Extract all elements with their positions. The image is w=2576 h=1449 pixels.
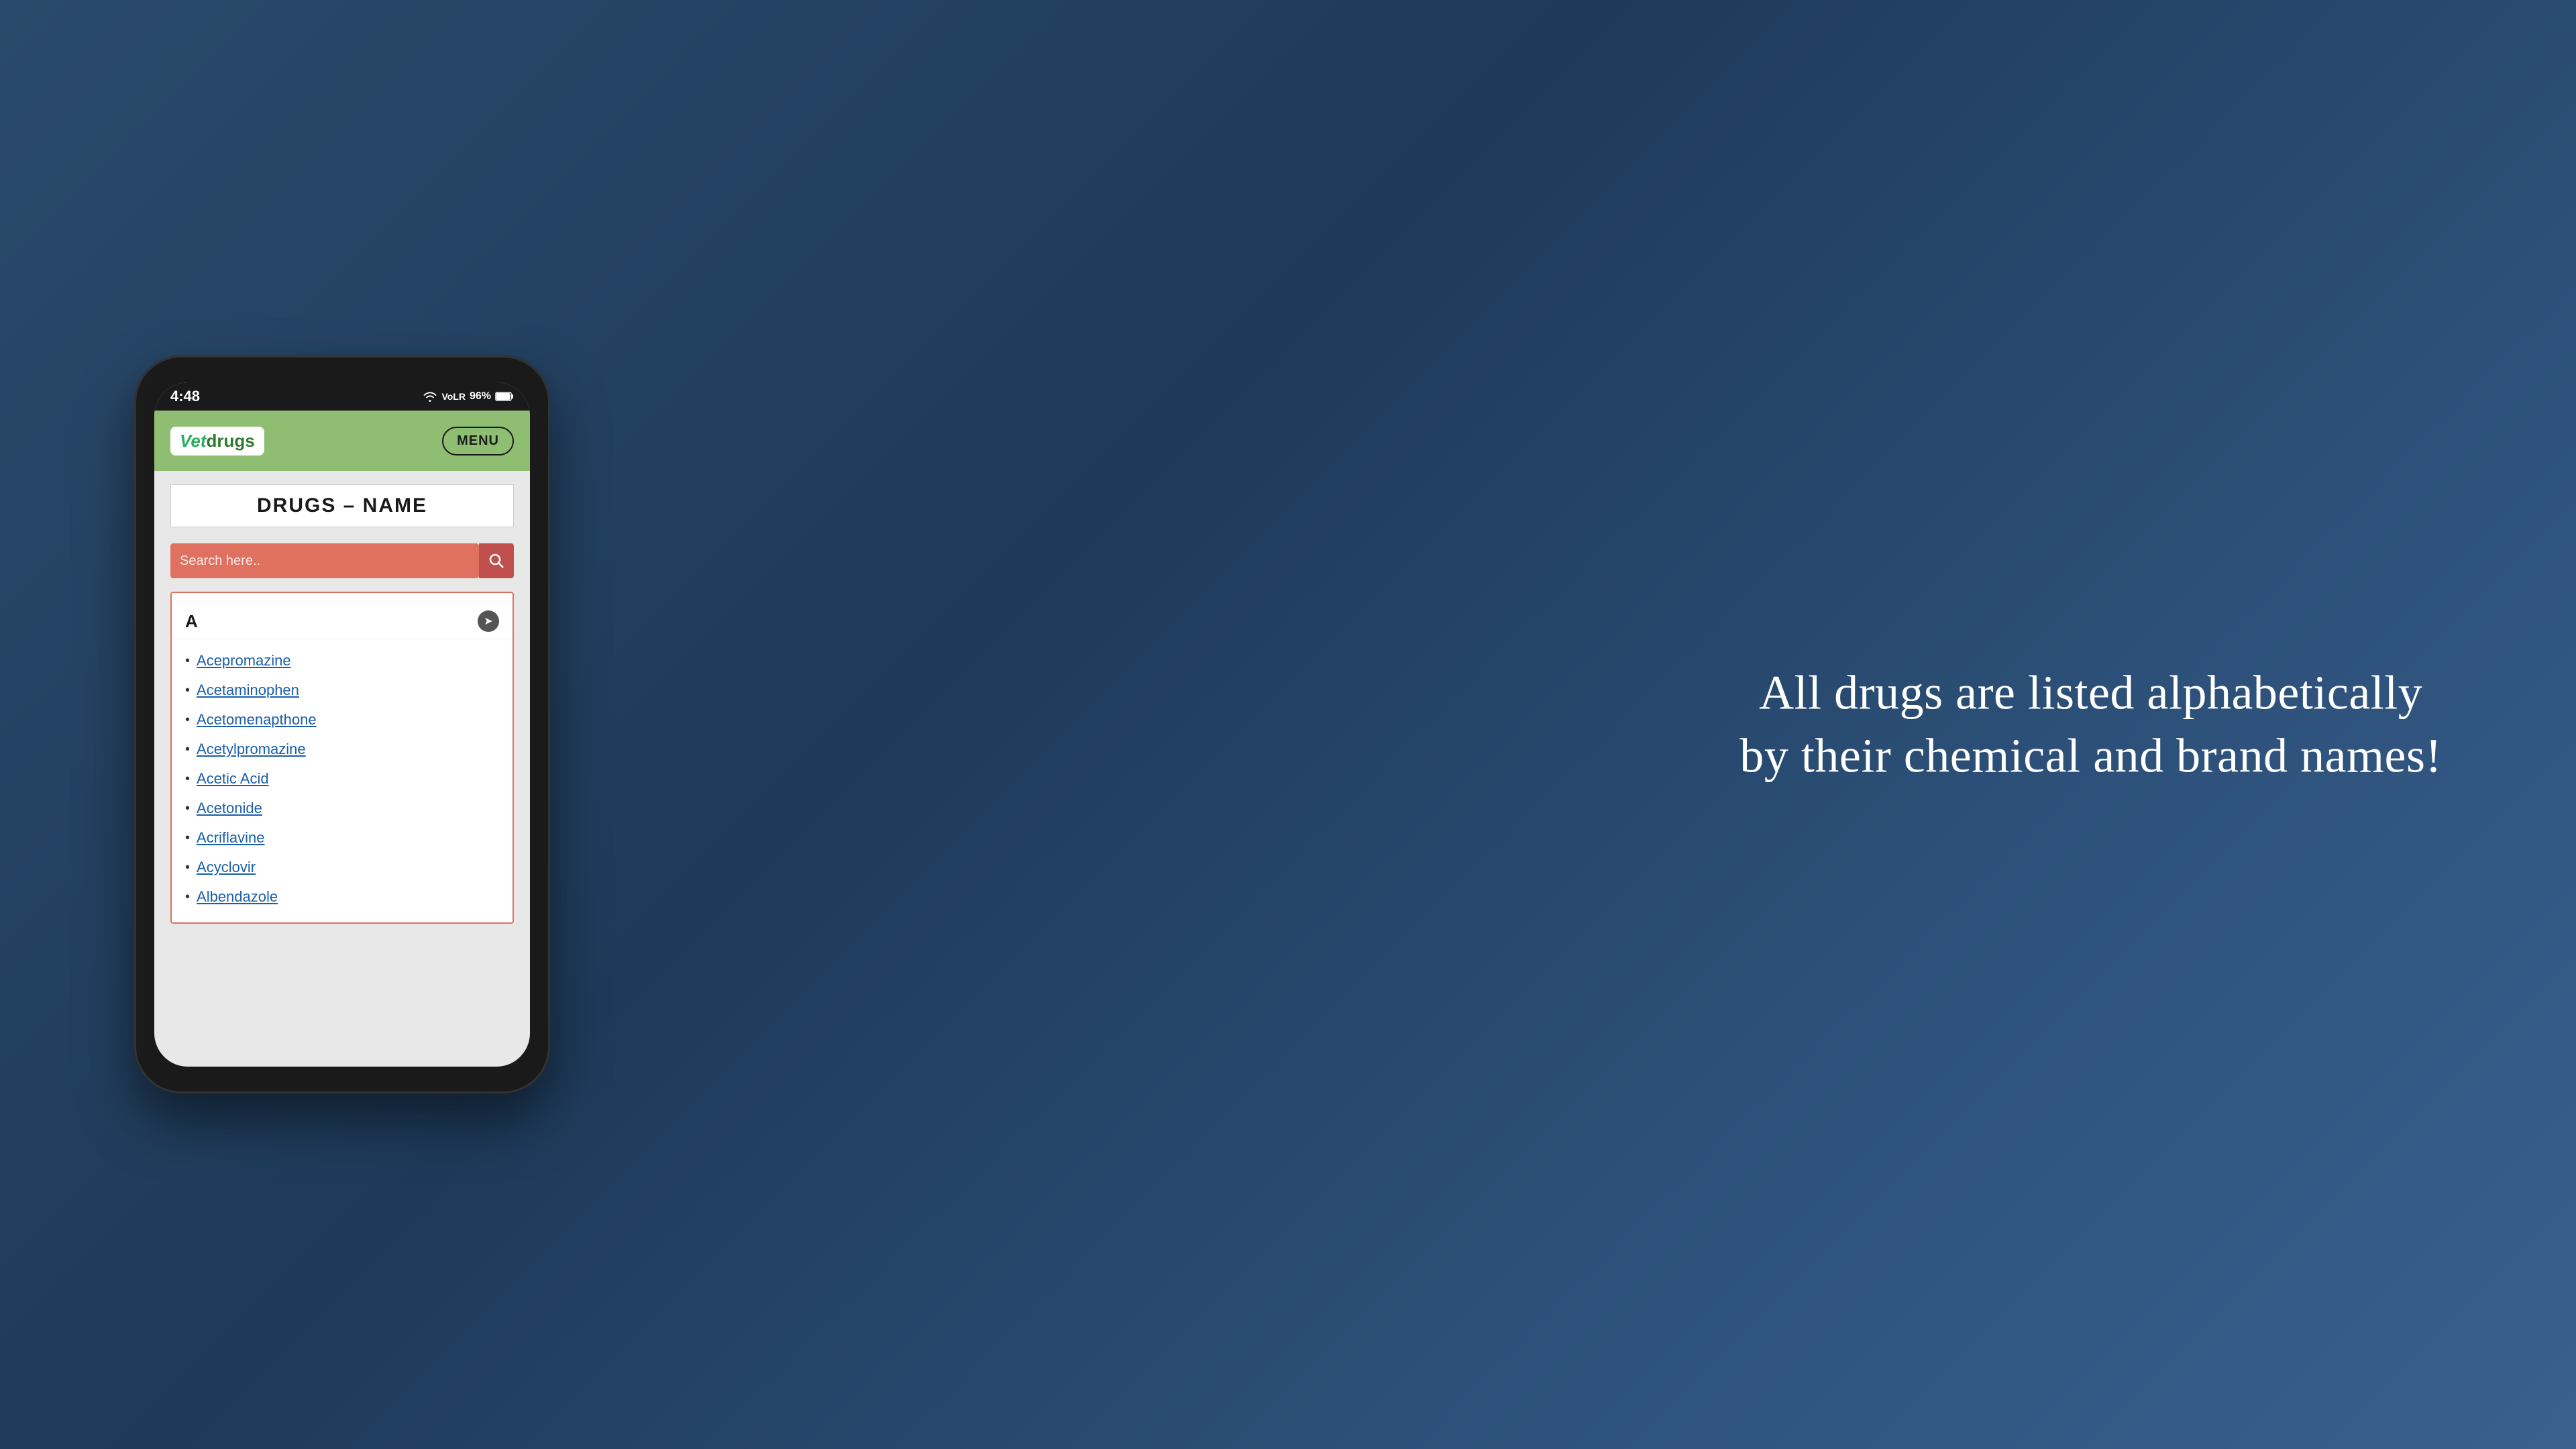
drug-list: • Acepromazine • Acetaminophen • Acetome…: [172, 646, 513, 912]
letter-label: A: [185, 611, 198, 632]
bullet-dot: •: [185, 771, 190, 787]
menu-button[interactable]: MENU: [442, 427, 514, 455]
status-time: 4:48: [170, 388, 200, 405]
list-item[interactable]: • Acriflavine: [172, 823, 513, 853]
letter-header[interactable]: A ➤: [172, 604, 513, 639]
list-item[interactable]: • Acetylpromazine: [172, 735, 513, 764]
page-content: DRUGS – NAME: [154, 471, 530, 937]
bullet-dot: •: [185, 742, 190, 757]
bullet-dot: •: [185, 653, 190, 669]
app-logo: Vet drugs: [170, 427, 264, 455]
bullet-dot: •: [185, 712, 190, 728]
chevron-down-icon[interactable]: ➤: [478, 610, 499, 632]
page-title: DRUGS – NAME: [180, 494, 504, 517]
drug-link[interactable]: Acetomenapthone: [197, 711, 317, 729]
bullet-dot: •: [185, 801, 190, 816]
drug-link[interactable]: Acetic Acid: [197, 770, 269, 788]
search-input[interactable]: [180, 553, 470, 569]
drug-link[interactable]: Acyclovir: [197, 859, 256, 876]
drug-link[interactable]: Acetonide: [197, 800, 262, 817]
bullet-dot: •: [185, 890, 190, 905]
list-item[interactable]: • Acetic Acid: [172, 764, 513, 794]
status-icons: VoLR 96%: [423, 390, 514, 402]
page-title-bar: DRUGS – NAME: [170, 484, 514, 527]
bullet-dot: •: [185, 860, 190, 875]
drug-link[interactable]: Albendazole: [197, 888, 278, 906]
bullet-dot: •: [185, 683, 190, 698]
phone-mockup: 4:48 VoLR 96%: [134, 356, 550, 1093]
list-item[interactable]: • Albendazole: [172, 882, 513, 912]
drug-list-container: A ➤ • Acepromazine • Acetaminophen • Ace…: [170, 592, 514, 924]
status-bar: 4:48 VoLR 96%: [154, 382, 530, 411]
phone-body: 4:48 VoLR 96%: [134, 356, 550, 1093]
search-icon: [488, 553, 504, 569]
battery-icon: [495, 391, 514, 402]
logo-drugs: drugs: [207, 431, 255, 451]
list-item[interactable]: • Acetonide: [172, 794, 513, 823]
list-item[interactable]: • Acetaminophen: [172, 676, 513, 705]
signal-text: VoLR: [441, 391, 466, 402]
list-item[interactable]: • Acetomenapthone: [172, 705, 513, 735]
search-button[interactable]: [479, 543, 514, 578]
drug-link[interactable]: Acriflavine: [197, 829, 264, 847]
drug-link[interactable]: Acetylpromazine: [197, 741, 306, 758]
wifi-icon: [423, 390, 437, 402]
promo-text: All drugs are listed alphabetically by t…: [1739, 661, 2442, 787]
search-input-wrap: [170, 543, 479, 578]
logo-vet: Vet: [180, 431, 207, 451]
drug-link[interactable]: Acepromazine: [197, 652, 291, 669]
promo-line1: All drugs are listed alphabetically: [1759, 665, 2422, 719]
bullet-dot: •: [185, 830, 190, 846]
list-item[interactable]: • Acyclovir: [172, 853, 513, 882]
search-row: [170, 543, 514, 578]
drug-link[interactable]: Acetaminophen: [197, 682, 299, 699]
promo-line2: by their chemical and brand names!: [1739, 729, 2442, 782]
app-header: Vet drugs MENU: [154, 411, 530, 471]
list-item[interactable]: • Acepromazine: [172, 646, 513, 676]
battery-text: 96%: [470, 390, 491, 402]
phone-screen: 4:48 VoLR 96%: [154, 382, 530, 1067]
